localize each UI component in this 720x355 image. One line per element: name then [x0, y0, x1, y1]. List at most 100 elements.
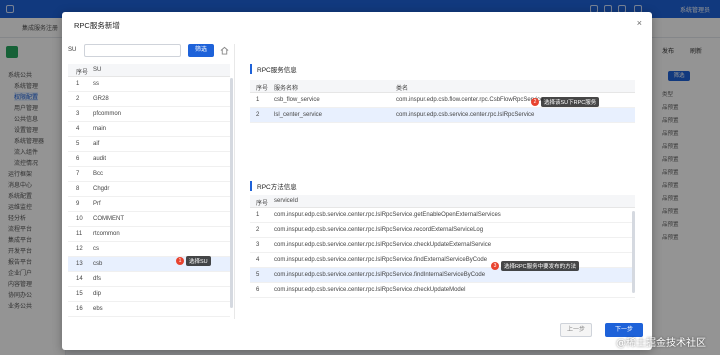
row-no: 11 [76, 231, 83, 237]
su-table-row[interactable]: 16 ebs [68, 302, 230, 317]
su-table-row[interactable]: 15 dip [68, 287, 230, 302]
row-no: 6 [76, 156, 80, 162]
row-no: 9 [76, 201, 80, 207]
watermark: @稀土掘金技术社区 [616, 338, 706, 349]
row-su: pfcommon [93, 111, 122, 117]
method-table: 序号 serviceId 1 com.inspur.edp.csb.service… [250, 195, 635, 298]
su-label: SU [68, 47, 77, 53]
su-search-input[interactable] [84, 44, 181, 57]
method-scrollbar[interactable] [632, 211, 635, 293]
close-icon[interactable]: × [637, 18, 642, 28]
row-no: 2 [76, 96, 80, 102]
row-no: 13 [76, 261, 83, 267]
annotation-note-2: 选择该SU下RPC服务 [541, 97, 600, 107]
row-service-id: com.inspur.edp.csb.service.center.rpc.ls… [274, 257, 488, 263]
su-table-row[interactable]: 7 Bcc [68, 167, 230, 182]
row-su: audit [93, 156, 107, 162]
method-table-header: 序号 serviceId [250, 195, 635, 208]
row-su: COMMENT [93, 216, 124, 222]
row-no: 15 [76, 291, 83, 297]
header-no: 序号 [76, 70, 89, 76]
panel-divider [234, 44, 235, 319]
row-su: main [93, 126, 107, 132]
su-table-row[interactable]: 8 Chgdr [68, 182, 230, 197]
row-su: GR28 [93, 96, 109, 102]
su-table-row[interactable]: 5 aif [68, 137, 230, 152]
row-no: 3 [256, 242, 260, 248]
su-table-row[interactable]: 2 GR28 [68, 92, 230, 107]
header-service-id: serviceId [274, 198, 299, 204]
row-no: 5 [256, 272, 260, 278]
header-no: 序号 [256, 86, 269, 92]
row-service-id: com.inspur.edp.csb.service.center.rpc.ls… [274, 242, 492, 248]
row-class-name: com.inspur.edp.csb.flow.center.rpc.CsbFl… [396, 97, 544, 103]
annotation-badge-2: 2 [531, 98, 539, 106]
row-su: cs [93, 246, 99, 252]
su-table-row[interactable]: 12 cs [68, 242, 230, 257]
su-table-row[interactable]: 1 ss [68, 77, 230, 92]
row-su: dfs [93, 276, 102, 282]
row-su: Bcc [93, 171, 104, 177]
header-service-name: 服务名称 [274, 86, 299, 92]
su-table-row[interactable]: 6 audit [68, 152, 230, 167]
row-service-id: com.inspur.edp.csb.service.center.rpc.ls… [274, 287, 466, 293]
row-no: 3 [76, 111, 80, 117]
header-class-name: 类名 [396, 86, 409, 92]
su-table-row[interactable]: 4 main [68, 122, 230, 137]
su-table-row[interactable]: 14 dfs [68, 272, 230, 287]
row-no: 7 [76, 171, 80, 177]
rpc-service-add-dialog: RPC服务新增 × SU 筛选 序号 SU 1 ss 2 GR28 3 pfcommon 4… [62, 12, 652, 350]
annotation-badge-3: 3 [491, 262, 499, 270]
su-table-row[interactable]: 9 Prf [68, 197, 230, 212]
home-icon[interactable] [220, 46, 229, 55]
row-no: 2 [256, 227, 260, 233]
row-service-id: com.inspur.edp.csb.service.center.rpc.ls… [274, 272, 486, 278]
service-table-row[interactable]: 2 lsl_center_service com.inspur.edp.csb.se… [250, 108, 635, 123]
row-service-id: com.inspur.edp.csb.service.center.rpc.ls… [274, 227, 484, 233]
service-section-title: RPC服务信息 [250, 64, 297, 74]
row-service-name: csb_flow_service [274, 97, 320, 103]
method-table-row[interactable]: 6 com.inspur.edp.csb.service.center.rpc.l… [250, 283, 635, 298]
row-su: dip [93, 291, 102, 297]
row-su: aif [93, 141, 100, 147]
row-su: ss [93, 81, 99, 87]
dialog-title: RPC服务新增 [74, 21, 120, 30]
row-class-name: com.inspur.edp.csb.service.center.rpc.ls… [396, 112, 535, 118]
row-no: 1 [76, 81, 80, 87]
row-no: 4 [76, 126, 80, 132]
row-no: 14 [76, 276, 83, 282]
row-no: 2 [256, 112, 260, 118]
su-table-row[interactable]: 10 COMMENT [68, 212, 230, 227]
header-su: SU [93, 67, 102, 73]
row-no: 1 [256, 212, 260, 218]
row-no: 16 [76, 306, 83, 312]
row-service-id: com.inspur.edp.csb.service.center.rpc.ls… [274, 212, 501, 218]
row-no: 8 [76, 186, 80, 192]
method-table-row[interactable]: 1 com.inspur.edp.csb.service.center.rpc.l… [250, 208, 635, 223]
method-section-title: RPC方法信息 [250, 181, 297, 191]
method-table-row[interactable]: 2 com.inspur.edp.csb.service.center.rpc.l… [250, 223, 635, 238]
su-table-row[interactable]: 11 rtcommon [68, 227, 230, 242]
annotation-note-3: 选择RPC服务中要发布的方法 [501, 261, 580, 271]
su-table-row[interactable]: 3 pfcommon [68, 107, 230, 122]
row-no: 5 [76, 141, 80, 147]
row-su: Prf [93, 201, 101, 207]
annotation-note-1: 选择SU [186, 256, 211, 266]
su-scrollbar[interactable] [230, 78, 233, 308]
filter-button[interactable]: 筛选 [188, 44, 214, 57]
row-no: 6 [256, 287, 260, 293]
header-no: 序号 [256, 201, 269, 207]
row-su: ebs [93, 306, 103, 312]
row-su: rtcommon [93, 231, 120, 237]
annotation-badge-1: 1 [176, 257, 184, 265]
prev-step-button[interactable]: 上一步 [560, 323, 592, 337]
row-no: 10 [76, 216, 83, 222]
row-no: 12 [76, 246, 83, 252]
row-no: 1 [256, 97, 260, 103]
su-table: 序号 SU 1 ss 2 GR28 3 pfcommon 4 main 5 aif 6 audit 7 B… [68, 64, 230, 317]
row-service-name: lsl_center_service [274, 112, 323, 118]
row-su: Chgdr [93, 186, 110, 192]
method-table-row[interactable]: 3 com.inspur.edp.csb.service.center.rpc.l… [250, 238, 635, 253]
service-table-header: 序号 服务名称 类名 [250, 80, 635, 93]
row-no: 4 [256, 257, 260, 263]
